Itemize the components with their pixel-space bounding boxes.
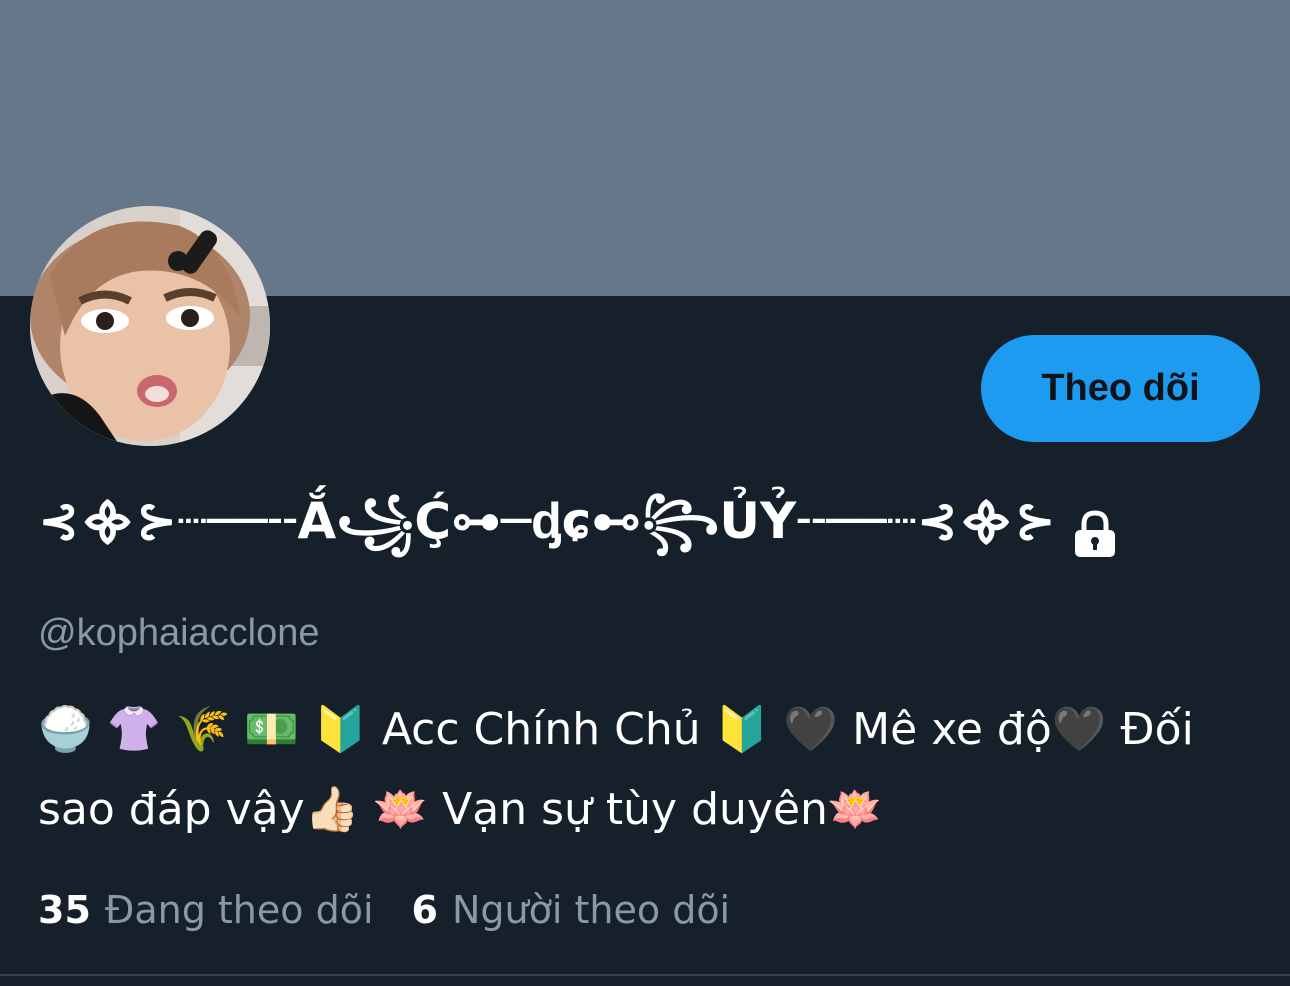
following-label: Đang theo dõi: [104, 888, 374, 932]
profile-page: Theo dõi ⊰᯽⊱┈──╌Ắ꧁Ḉ⊶─ᶁɕ⊷꧂ỦỶ╌──┈⊰᯽⊱ @koph…: [0, 0, 1290, 986]
avatar-image: [30, 206, 270, 446]
display-name-text: ⊰᯽⊱┈──╌Ắ꧁Ḉ⊶─ᶁɕ⊷꧂ỦỶ╌──┈⊰᯽⊱: [38, 492, 1056, 550]
profile-handle: @kophaiacclone: [38, 612, 320, 654]
followers-count: 6: [411, 888, 438, 932]
lock-icon: [1072, 510, 1118, 570]
avatar[interactable]: [30, 206, 270, 446]
profile-display-name: ⊰᯽⊱┈──╌Ắ꧁Ḉ⊶─ᶁɕ⊷꧂ỦỶ╌──┈⊰᯽⊱: [38, 488, 1118, 578]
profile-stats: 35 Đang theo dõi 6 Người theo dõi: [38, 888, 730, 932]
followers-label: Người theo dõi: [451, 888, 731, 932]
profile-bio: 🍚 👚 🌾 💵 🔰 Acc Chính Chủ 🔰 🖤 Mê xe độ🖤 Đố…: [38, 704, 1194, 835]
profile-divider: [0, 974, 1290, 976]
following-count: 35: [38, 888, 91, 932]
followers-stat[interactable]: 6 Người theo dõi: [412, 888, 731, 932]
following-stat[interactable]: 35 Đang theo dõi: [38, 888, 374, 932]
follow-button[interactable]: Theo dõi: [981, 335, 1260, 442]
